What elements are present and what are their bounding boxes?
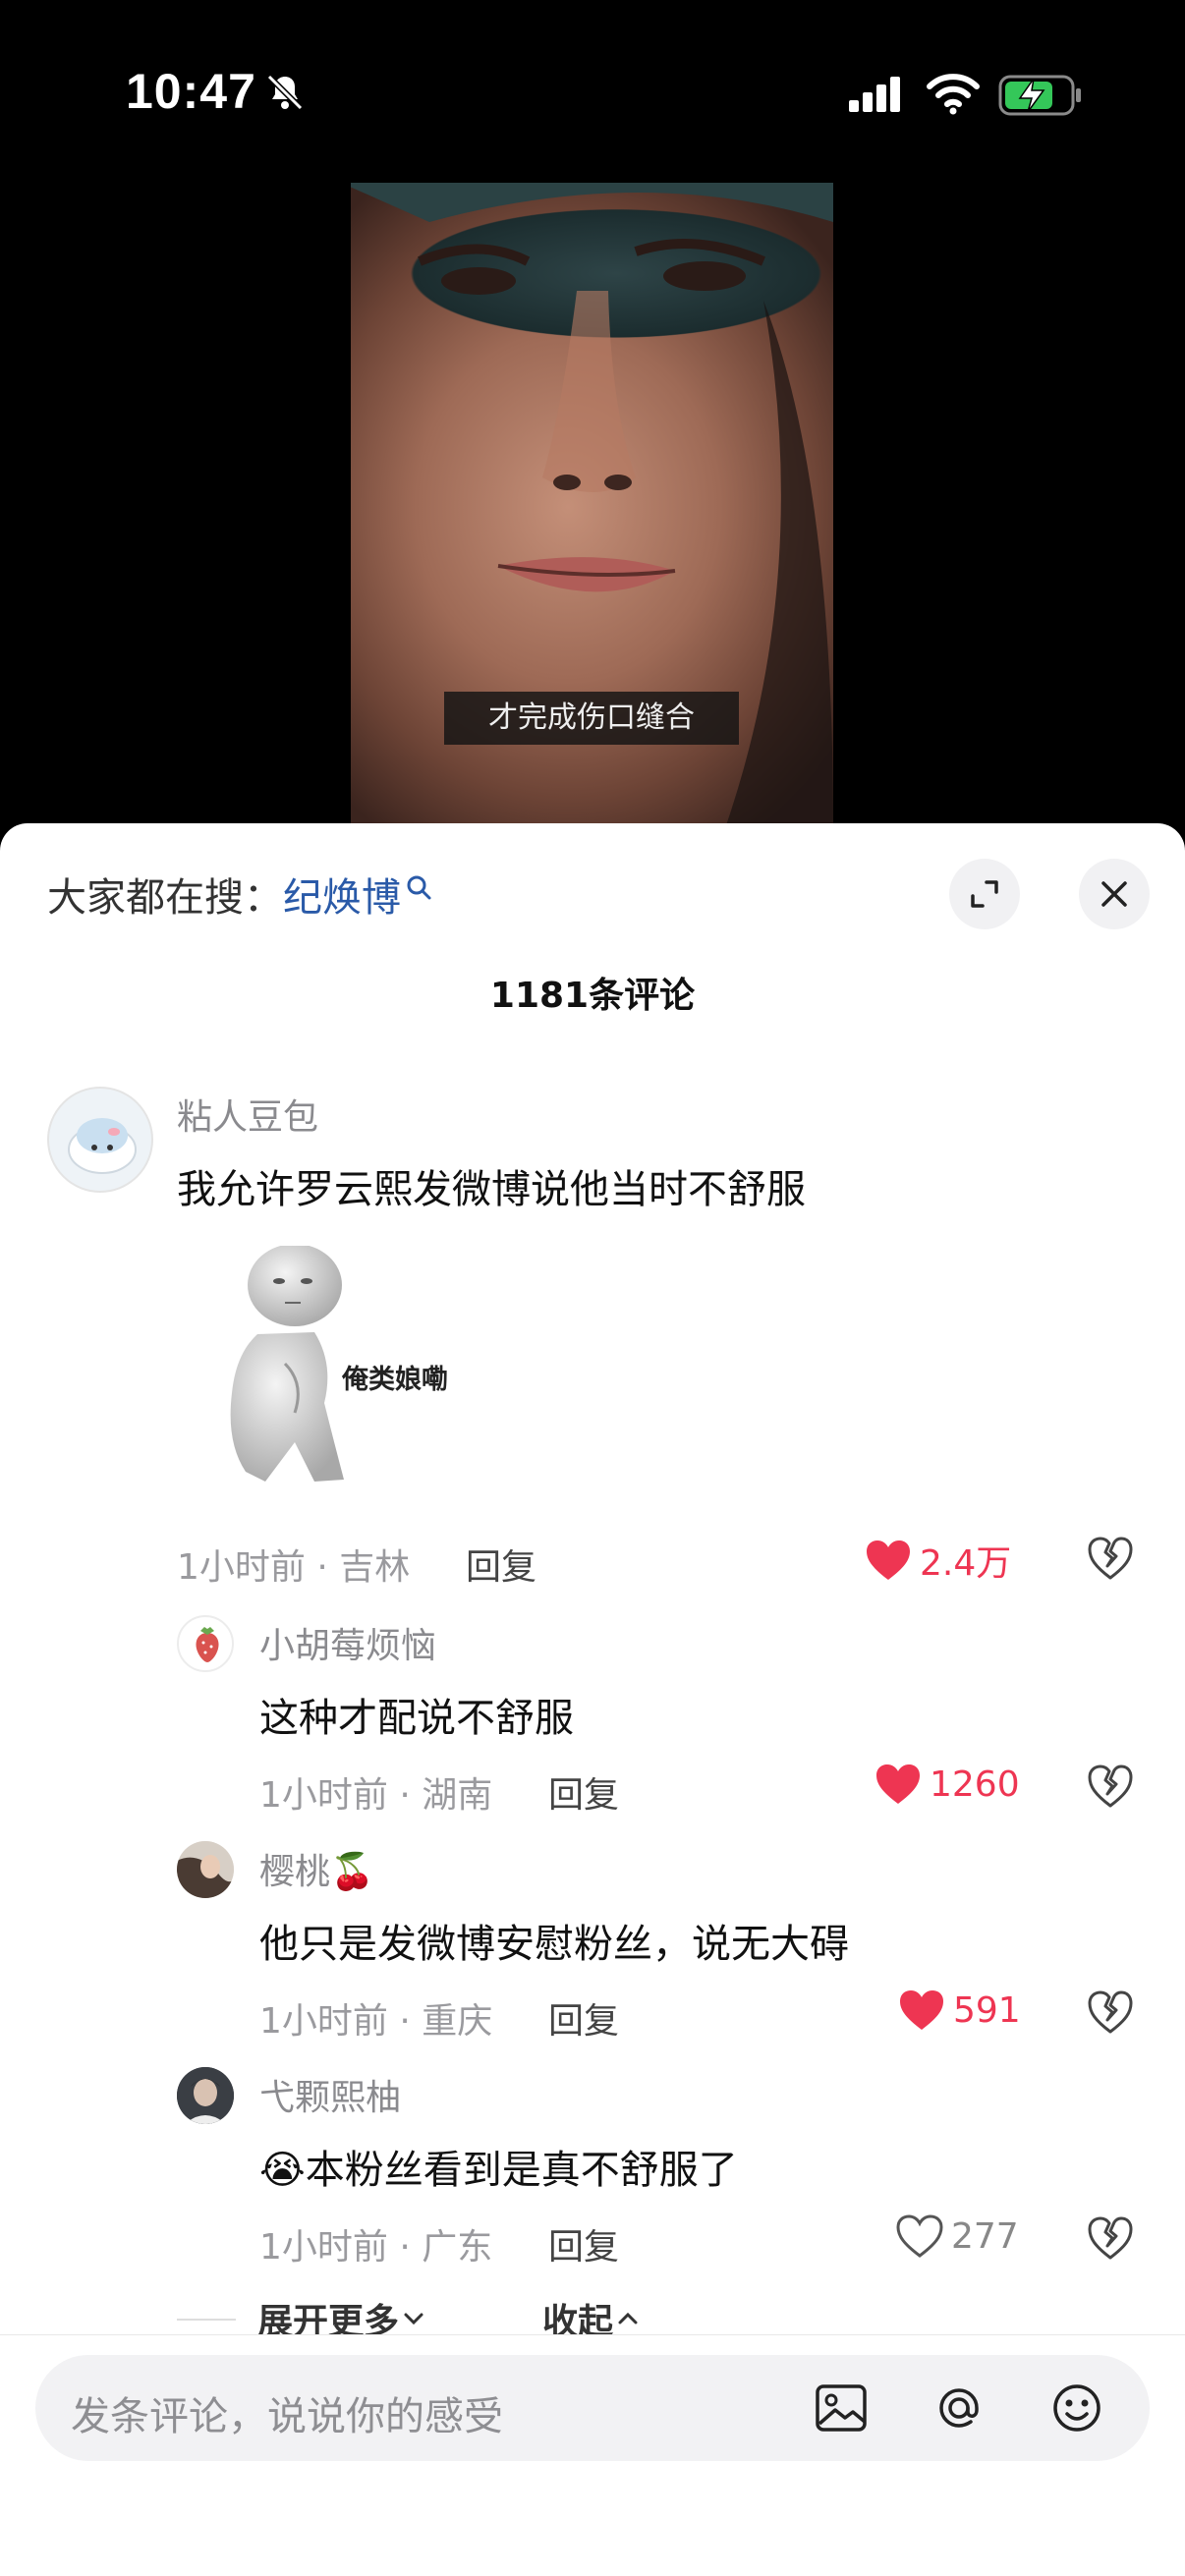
- like-count: 2.4万: [920, 1543, 1012, 1584]
- wifi-icon: [927, 74, 980, 115]
- comment-text: 这种才配说不舒服: [259, 1696, 574, 1741]
- like-button[interactable]: 277: [896, 2214, 1019, 2258]
- comment-input-bar: 发条评论，说说你的感受: [0, 2334, 1185, 2576]
- broken-heart-icon[interactable]: [1087, 2214, 1134, 2262]
- comment-sheet: 大家都在搜： 纪焕博 1181条评论 粘人豆包 我允许罗云熙发微博说他当时不舒服: [0, 823, 1185, 2576]
- image-icon[interactable]: [812, 2379, 871, 2437]
- video-subtitle: 才完成伤口缝合: [444, 692, 739, 745]
- like-count: 1260: [930, 1764, 1020, 1805]
- avatar[interactable]: [177, 1841, 234, 1898]
- comment-text: 我允许罗云熙发微博说他当时不舒服: [177, 1167, 806, 1212]
- comment-meta: 1小时前 · 广东: [259, 2227, 493, 2268]
- close-icon: [1101, 881, 1127, 907]
- avatar-image: [68, 1118, 137, 1174]
- avatar-image: [196, 1627, 219, 1662]
- like-button[interactable]: 1260: [875, 1763, 1020, 1806]
- search-icon: [407, 875, 431, 900]
- like-count: 277: [951, 2215, 1019, 2257]
- comment-username[interactable]: 粘人豆包: [177, 1089, 318, 1140]
- comment-meta: 1小时前 · 重庆: [259, 2001, 493, 2042]
- chevron-up-icon: [618, 2312, 638, 2324]
- heart-icon: [867, 1540, 910, 1580]
- comment-input[interactable]: 发条评论，说说你的感受: [35, 2355, 1150, 2461]
- divider-line: [177, 2319, 236, 2321]
- like-count: 591: [953, 1989, 1021, 2031]
- comment-username[interactable]: 小胡莓烦恼: [259, 1617, 436, 1668]
- trending-search[interactable]: 大家都在搜： 纪焕博: [47, 865, 432, 924]
- reply-button[interactable]: 回复: [466, 1539, 536, 1590]
- trending-search-term[interactable]: 纪焕博: [283, 866, 401, 923]
- comment-username[interactable]: 樱桃🍒: [259, 1843, 374, 1894]
- reply-button[interactable]: 回复: [548, 2218, 619, 2269]
- reply-button[interactable]: 回复: [548, 1992, 619, 2044]
- emoji-icon[interactable]: [1047, 2379, 1106, 2437]
- comment-count: 1181条评论: [489, 976, 696, 1016]
- broken-heart-icon[interactable]: [1087, 1763, 1134, 1810]
- battery-charging-icon: [998, 75, 1081, 116]
- like-button[interactable]: 591: [898, 1988, 1021, 2032]
- broken-heart-icon[interactable]: [1087, 1988, 1134, 2036]
- reply-button[interactable]: 回复: [548, 1766, 619, 1818]
- trending-search-prefix: 大家都在搜：: [47, 875, 283, 921]
- video-player[interactable]: 才完成伤口缝合: [0, 183, 1185, 831]
- chevron-down-icon: [404, 2313, 423, 2325]
- signal-icon: [849, 77, 900, 112]
- avatar-image: [177, 2067, 234, 2124]
- bell-off-icon: [266, 74, 304, 111]
- heart-icon: [896, 2214, 943, 2258]
- comment-username[interactable]: 弋颗熙柚: [259, 2069, 401, 2120]
- at-icon[interactable]: [930, 2379, 988, 2437]
- like-button[interactable]: 2.4万: [865, 1535, 1011, 1586]
- avatar-image: [177, 1841, 234, 1898]
- heart-icon: [876, 1764, 920, 1804]
- heart-icon: [900, 1990, 943, 2030]
- close-button[interactable]: [1079, 859, 1150, 929]
- avatar[interactable]: [47, 1087, 153, 1193]
- avatar[interactable]: [177, 2067, 234, 2124]
- video-frame: 才完成伤口缝合: [351, 183, 833, 831]
- status-time: 10:47: [126, 64, 256, 119]
- expand-button[interactable]: [949, 859, 1020, 929]
- comment-meta: 1小时前 · 吉林: [177, 1547, 411, 1588]
- comment-text: 他只是发微博安慰粉丝，说无大碍: [259, 1922, 849, 1967]
- avatar[interactable]: [177, 1615, 234, 1672]
- status-bar: 10:47: [0, 0, 1185, 187]
- comment-text: 😭本粉丝看到是真不舒服了: [259, 2148, 738, 2193]
- comment-sticker[interactable]: 俺类娘嘞: [197, 1244, 472, 1501]
- broken-heart-icon[interactable]: [1087, 1535, 1134, 1582]
- sticker-caption: 俺类娘嘞: [342, 1365, 448, 1395]
- comment-input-placeholder: 发条评论，说说你的感受: [71, 2394, 503, 2439]
- expand-icon: [971, 880, 998, 908]
- comment-meta: 1小时前 · 湖南: [259, 1775, 493, 1816]
